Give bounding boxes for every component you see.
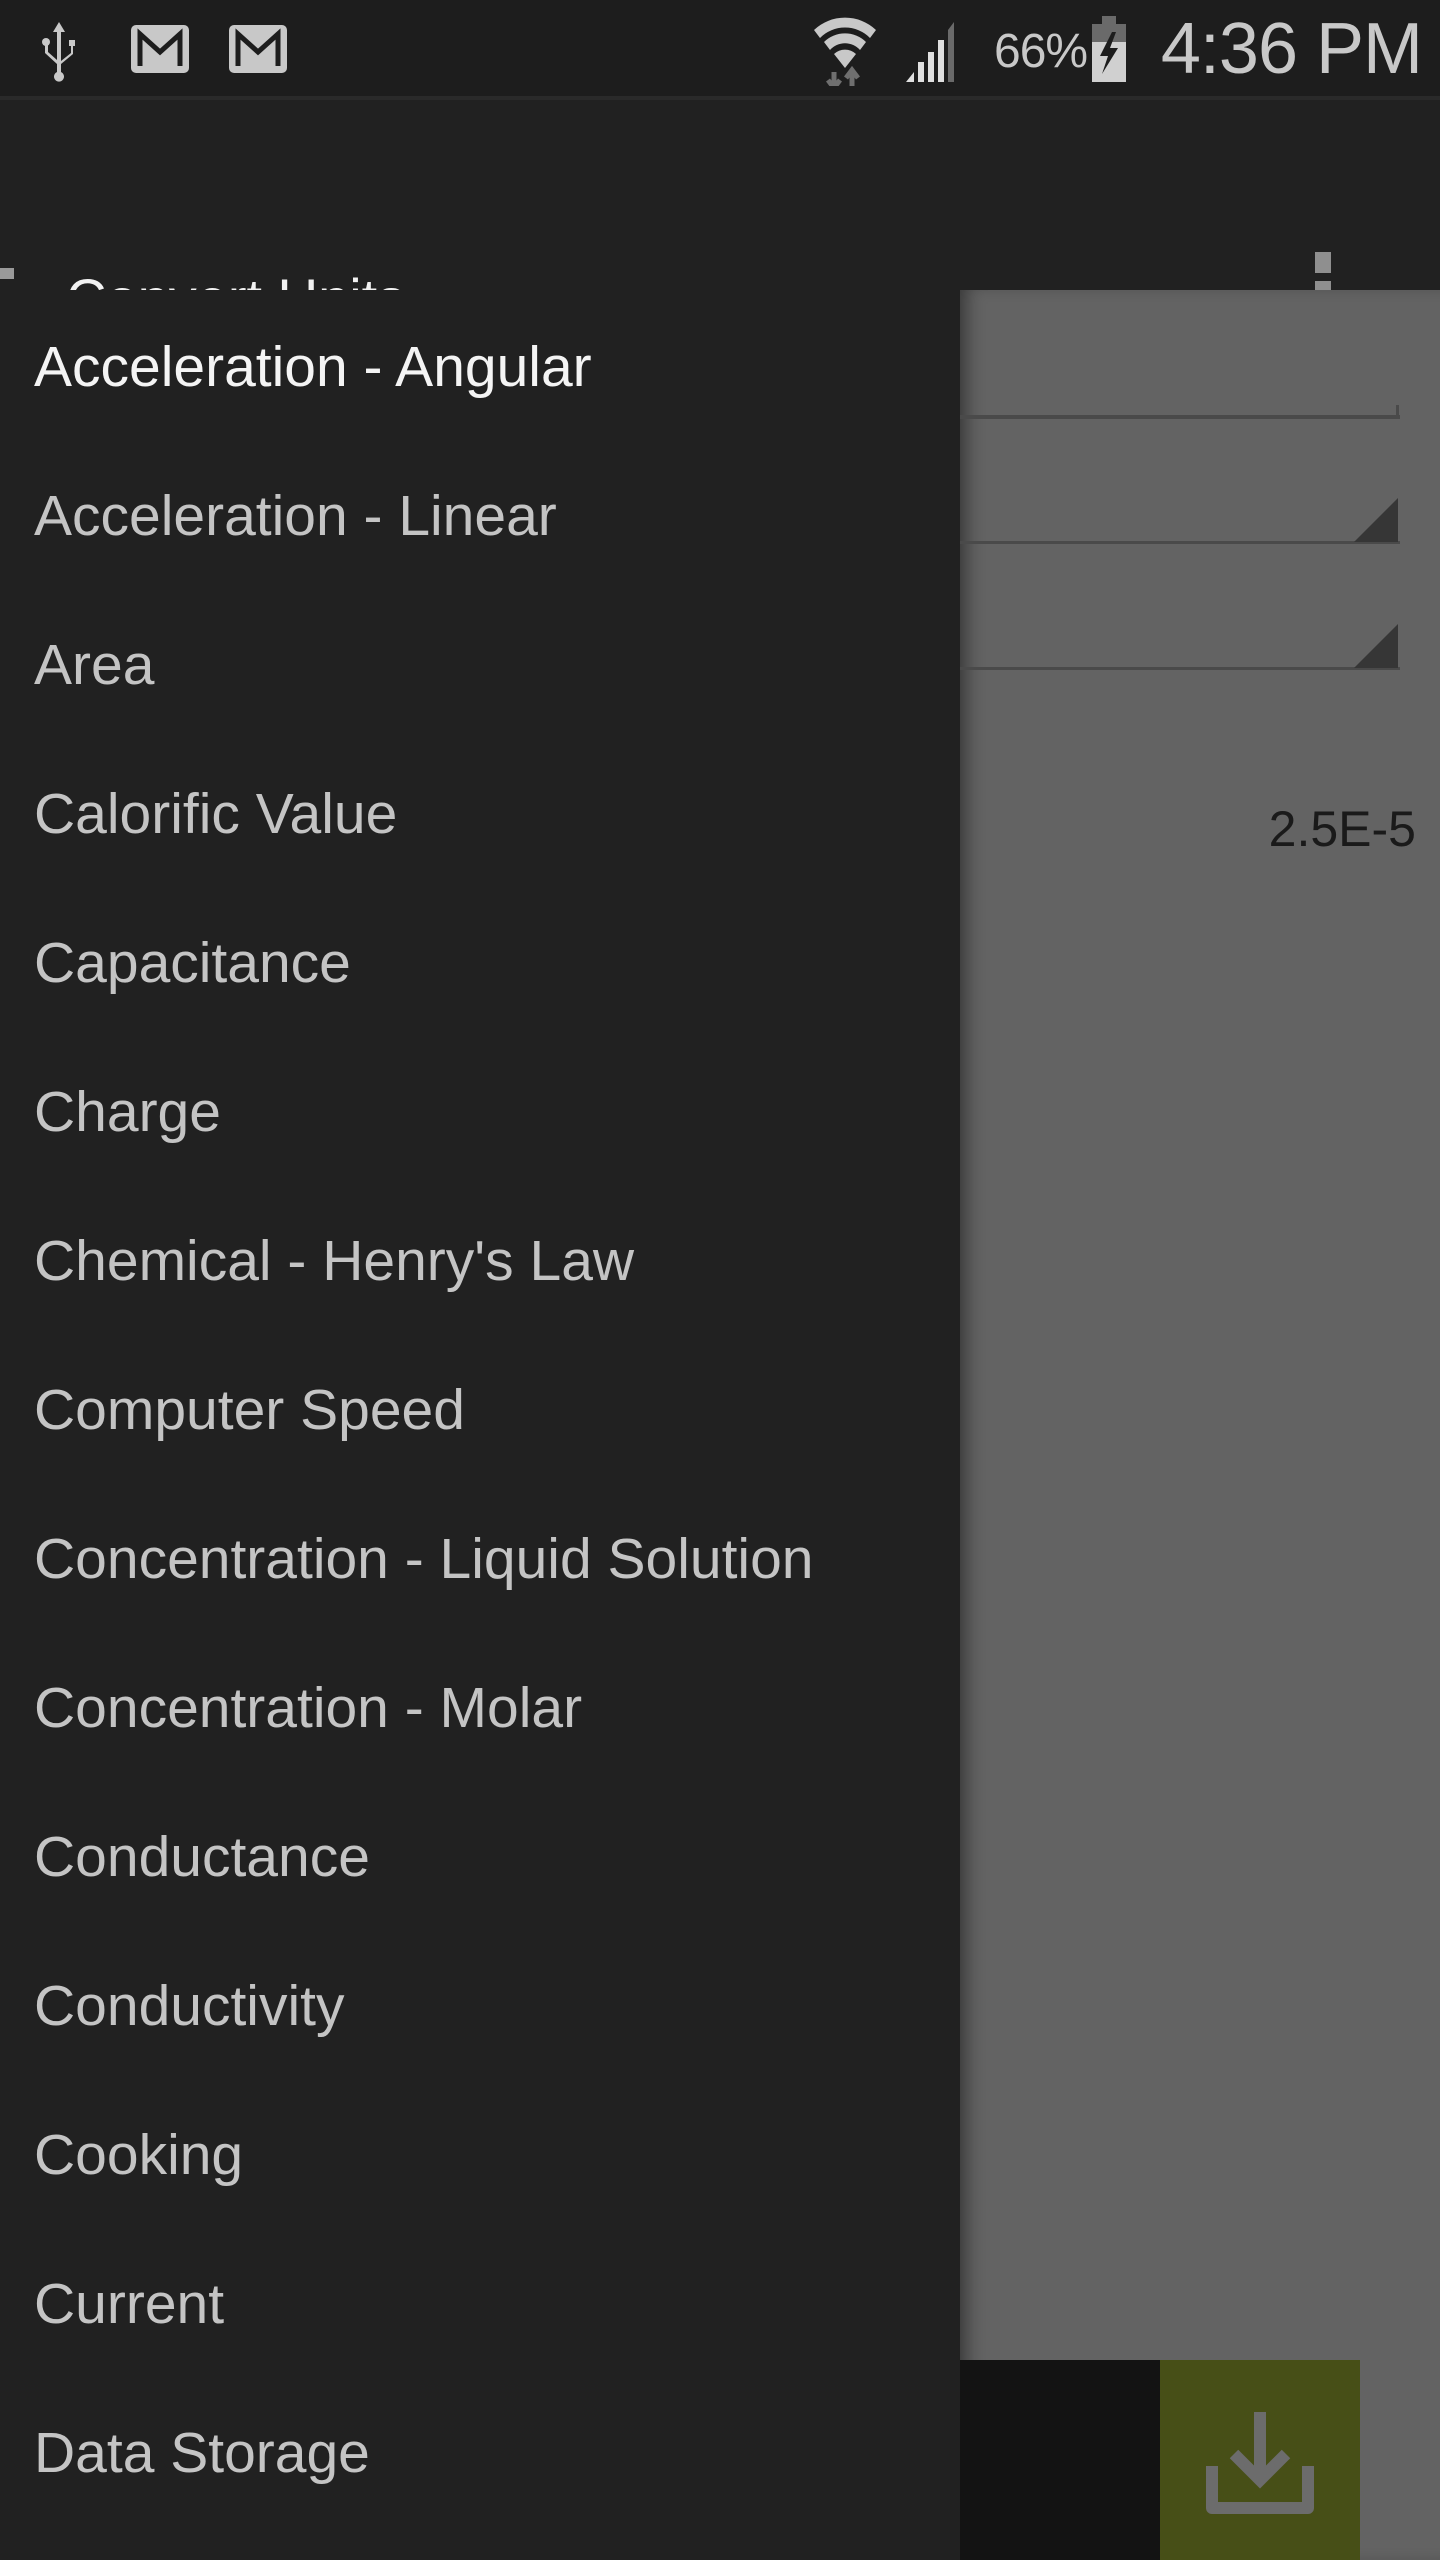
drawer-item-conductivity[interactable]: Conductivity [34,1973,344,2039]
drawer-item-current[interactable]: Current [34,2271,224,2337]
status-bar: 66% 4:36 PM [0,0,1440,100]
battery-percent: 66% [994,25,1088,78]
drawer-item-calorific-value[interactable]: Calorific Value [34,781,397,847]
navigation-drawer: Acceleration - Angular Acceleration - Li… [0,290,960,2560]
bottom-bar [960,2360,1160,2560]
gmail-icon [131,25,189,73]
drawer-item-computer-speed[interactable]: Computer Speed [34,1377,465,1443]
spinner-arrow-icon [1354,624,1398,668]
usb-icon [42,22,75,82]
download-button[interactable] [1160,2360,1360,2560]
drawer-item-data-storage[interactable]: Data Storage [34,2420,370,2486]
drawer-item-cooking[interactable]: Cooking [34,2122,243,2188]
gmail-icon [229,25,287,73]
drawer-item-chemical-henrys-law[interactable]: Chemical - Henry's Law [34,1228,634,1294]
drawer-item-area[interactable]: Area [34,632,154,698]
drawer-item-conductance[interactable]: Conductance [34,1824,370,1890]
input-underline-cap [1396,405,1399,419]
drawer-item-charge[interactable]: Charge [34,1079,221,1145]
drawer-item-capacitance[interactable]: Capacitance [34,930,351,996]
drawer-item-acceleration-linear[interactable]: Acceleration - Linear [34,483,557,549]
result-value: 2.5E-5 [1268,801,1416,857]
value-input[interactable] [960,415,1400,419]
drawer-item-concentration-molar[interactable]: Concentration - Molar [34,1675,582,1741]
wifi-icon [814,17,876,86]
action-bar: Convert Units [0,100,1440,331]
to-unit-spinner[interactable] [960,667,1400,670]
spinner-arrow-icon [1354,498,1398,542]
clock: 4:36 PM [1160,9,1423,89]
from-unit-spinner[interactable] [960,541,1400,544]
drawer-item-concentration-liquid-solution[interactable]: Concentration - Liquid Solution [34,1526,814,1592]
battery-charging-icon [1092,16,1126,82]
download-icon [1206,2412,1314,2514]
drawer-item-acceleration-angular[interactable]: Acceleration - Angular [34,334,592,400]
cell-signal-icon [906,22,954,82]
